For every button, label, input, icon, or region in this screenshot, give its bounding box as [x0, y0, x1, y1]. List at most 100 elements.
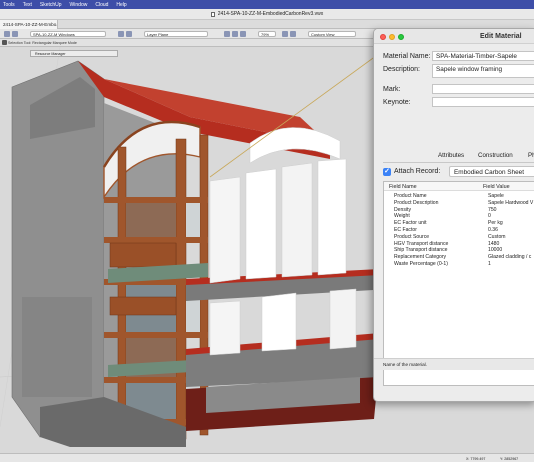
table-row[interactable]: Product Description Sapele Hardwood V	[384, 200, 534, 207]
field-rows: Product Name Sapele Product Description Sap…	[384, 193, 534, 268]
view-toggle-group	[118, 31, 132, 37]
tabs-divider	[383, 162, 534, 163]
previous-view-icon[interactable]	[282, 31, 288, 37]
dialog-tabs: Attributes Construction Ph	[374, 151, 534, 161]
dialog-titlebar: Edit Material	[374, 29, 534, 44]
tab-attributes[interactable]: Attributes	[438, 152, 464, 159]
field-value-cell[interactable]: Custom	[488, 234, 506, 240]
render-toggle-group	[224, 31, 246, 37]
window-title: 2414-SPA-10-ZZ-M-EmbodiedCarbonRev3.vwx	[217, 11, 324, 17]
menu-tools[interactable]: Tools	[3, 2, 15, 8]
table-row[interactable]: Ship Transport distance 10000	[384, 247, 534, 254]
record-select[interactable]: Embodied Carbon Sheet	[449, 166, 534, 177]
x-coordinate: X: 7799.497	[466, 457, 486, 461]
selection-tool-icon[interactable]	[2, 40, 7, 45]
close-window-button[interactable]	[380, 34, 386, 40]
resource-manager-label: Resource Manager	[35, 52, 66, 56]
field-value-cell[interactable]: 0.36	[488, 227, 498, 233]
material-name-label: Material Name:	[383, 53, 431, 60]
table-row[interactable]: HGV Transport distance 1480	[384, 241, 534, 248]
table-row[interactable]: Replacement Category Glazed cladding / c	[384, 254, 534, 261]
resource-manager-palette[interactable]: Resource Manager	[30, 50, 118, 57]
view-select[interactable]: Custom View	[308, 31, 356, 37]
design-layer-control[interactable]: SPA-10-ZZ-M Windows	[30, 31, 106, 37]
table-row[interactable]: EC Factor unit Per kg	[384, 220, 534, 227]
minimize-window-button[interactable]	[389, 34, 395, 40]
menu-help[interactable]: Help	[116, 2, 126, 8]
render-mode-icon[interactable]	[224, 31, 230, 37]
field-value-cell[interactable]: Sapele	[488, 193, 504, 199]
white-partitions-middle	[209, 288, 357, 356]
projection-icon[interactable]	[232, 31, 238, 37]
table-header: Field Name Field Value	[384, 182, 534, 191]
layer-plane-select[interactable]: Layer Plane	[144, 31, 208, 37]
field-value-header: Field Value	[483, 183, 510, 190]
next-view-icon[interactable]	[290, 31, 296, 37]
standard-view-icon[interactable]	[12, 31, 18, 37]
mark-label: Mark:	[383, 86, 401, 93]
document-icon	[210, 11, 215, 17]
menu-sketchup[interactable]: SketchUp	[40, 2, 62, 8]
field-name-cell: Weight	[394, 213, 410, 220]
field-name-cell: Product Source	[394, 233, 430, 240]
field-value-cell[interactable]: 1480	[488, 241, 499, 247]
keynote-label: Keynote:	[383, 99, 411, 106]
field-value-cell[interactable]: Glazed cladding / c	[488, 254, 531, 260]
mark-field[interactable]	[432, 84, 534, 94]
menu-window[interactable]: Window	[70, 2, 88, 8]
keynote-field[interactable]	[432, 97, 534, 107]
layer-visibility-icon[interactable]	[126, 31, 132, 37]
table-row[interactable]: Waste Percentage (0-1) 1	[384, 261, 534, 268]
record-fields-table: Field Name Field Value Product Name Sapel…	[383, 181, 534, 386]
zoom-field[interactable]: 79%	[258, 31, 276, 37]
material-name-field[interactable]: SPA-Material-Timber-Sapele	[432, 51, 534, 61]
edit-material-dialog: Edit Material Material Name: SPA-Materia…	[373, 28, 534, 402]
field-value-cell[interactable]: 10000	[488, 247, 502, 253]
description-label: Description:	[383, 66, 420, 73]
class-visibility-icon[interactable]	[118, 31, 124, 37]
field-value-cell[interactable]: 750	[488, 207, 497, 213]
field-name-cell: HGV Transport distance	[394, 240, 449, 247]
description-field[interactable]: Sapele window framing	[432, 64, 534, 78]
field-name-cell: Replacement Category	[394, 254, 447, 261]
field-name-cell: Ship Transport distance	[394, 247, 448, 254]
menu-cloud[interactable]: Cloud	[95, 2, 108, 8]
table-row[interactable]: Product Source Custom	[384, 234, 534, 241]
white-partitions-upper	[209, 127, 347, 284]
flyover-icon[interactable]	[4, 31, 10, 37]
field-name-cell: Density	[394, 206, 411, 213]
field-name-cell: Product Name	[394, 193, 427, 199]
dialog-help-text: Name of the material.	[374, 358, 534, 370]
menu-bar: Tools Text SketchUp Window Cloud Help	[0, 0, 534, 9]
dialog-title: Edit Material	[480, 33, 522, 40]
field-value-cell[interactable]: Sapele Hardwood V	[488, 200, 533, 206]
zoom-control[interactable]: 79%	[258, 31, 276, 37]
view-bar-left-controls	[4, 31, 18, 37]
field-name-cell: Product Description	[394, 199, 439, 206]
table-row[interactable]: Product Name Sapele	[384, 193, 534, 200]
table-row[interactable]: Density 750	[384, 207, 534, 214]
tool-hint: Selection Tool: Rectangular Marquee Mode	[8, 41, 77, 45]
field-name-header: Field Name	[389, 183, 417, 190]
zoom-window-button[interactable]	[398, 34, 404, 40]
menu-text[interactable]: Text	[23, 2, 32, 8]
field-name-cell: EC Factor unit	[394, 220, 427, 227]
zoom-icon[interactable]	[240, 31, 246, 37]
layer-plane-control[interactable]: Layer Plane	[144, 31, 208, 37]
table-row[interactable]: Weight 0	[384, 213, 534, 220]
field-value-cell[interactable]: Per kg	[488, 220, 503, 226]
view-control[interactable]: Custom View	[308, 31, 356, 37]
document-tab[interactable]: 2414-SPA-10-ZZ-M-Embo...	[0, 20, 58, 29]
tab-physical[interactable]: Ph	[528, 152, 534, 159]
tab-construction[interactable]: Construction	[478, 152, 513, 159]
field-value-cell[interactable]: 0	[488, 213, 491, 219]
attach-record-label: Attach Record:	[394, 168, 441, 175]
attach-record-control[interactable]: ✓ Attach Record:	[383, 166, 440, 177]
field-name-cell: Waste Percentage (0-1)	[394, 260, 448, 267]
design-layer-select[interactable]: SPA-10-ZZ-M Windows	[30, 31, 106, 37]
y-coordinate: Y: 2852967	[500, 457, 519, 461]
attach-record-checkbox[interactable]: ✓	[383, 167, 391, 176]
field-value-cell[interactable]: 1	[488, 261, 491, 267]
table-row[interactable]: EC Factor 0.36	[384, 227, 534, 234]
concrete-lower-wall	[22, 297, 92, 397]
